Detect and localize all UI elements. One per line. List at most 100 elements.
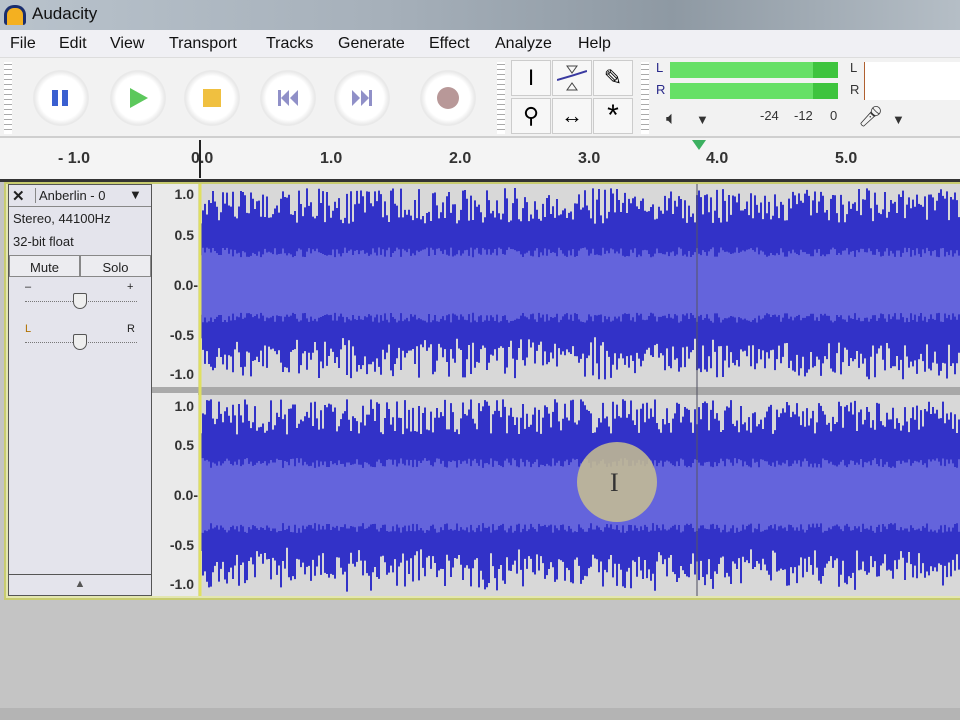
cursor-line: [199, 140, 201, 178]
menu-tracks[interactable]: Tracks: [266, 35, 313, 53]
ruler-tick-label: 1.0: [320, 150, 343, 167]
channel-divider: [198, 387, 960, 395]
play-button[interactable]: [110, 70, 166, 126]
double-arrow-icon: ↔: [561, 103, 583, 128]
track-bit-depth: 32-bit float: [13, 234, 74, 249]
audacity-logo-icon: [4, 5, 26, 25]
ruler-tick-label: 2.0: [449, 150, 472, 167]
menu-view[interactable]: View: [110, 35, 144, 53]
skip-end-icon: [352, 90, 372, 106]
pan-slider-thumb[interactable]: [73, 334, 87, 350]
play-meter-right-label: R: [656, 82, 666, 97]
menu-effect[interactable]: Effect: [429, 35, 470, 53]
waveform-display[interactable]: I: [198, 184, 960, 596]
zoom-tool[interactable]: ⚲: [511, 98, 551, 134]
channel-divider: [152, 387, 198, 393]
meter-scale-label: -12: [794, 108, 813, 123]
skip-start-button[interactable]: [260, 70, 316, 126]
waveform-rms: [200, 247, 960, 323]
draw-tool[interactable]: ✎: [593, 60, 633, 96]
magnifier-icon: ⚲: [522, 103, 540, 128]
triangle-up-icon: ▲: [74, 578, 86, 590]
track-control-panel: ✕ Anberlin - 0 ▼ Stereo, 44100Hz 32-bit …: [8, 184, 152, 596]
amplitude-scale: 1.0 0.5 0.0- -0.5 -1.0 1.0 0.5 0.0- -0.5…: [152, 184, 198, 596]
envelope-icon: [557, 65, 587, 91]
menu-bar: File Edit View Transport Tracks Generate…: [0, 30, 960, 58]
window-title: Audacity: [32, 4, 98, 23]
gain-plus-label: +: [127, 281, 134, 293]
collapse-track-button[interactable]: ▲: [9, 574, 151, 595]
i-beam-cursor-icon: I: [610, 468, 619, 497]
scale-label: 0.0-: [173, 277, 198, 293]
ruler-tick-label: 3.0: [578, 150, 601, 167]
pencil-icon: ✎: [603, 65, 623, 90]
solo-button[interactable]: Solo: [80, 255, 151, 277]
tools-grip[interactable]: [497, 62, 505, 134]
play-meter-left: [670, 62, 838, 78]
record-icon: [437, 87, 459, 109]
record-meter-right-label: R: [850, 82, 860, 97]
scale-label: -1.0: [169, 576, 194, 592]
ruler-tick-label: 5.0: [835, 150, 858, 167]
menu-transport[interactable]: Transport: [169, 35, 237, 53]
timeline-ruler[interactable]: - 1.0 0.0 1.0 2.0 3.0 4.0 5.0: [0, 138, 960, 182]
menu-edit[interactable]: Edit: [59, 35, 87, 53]
meter-scale-label: 0: [830, 108, 838, 123]
i-beam-icon: I: [527, 65, 535, 90]
pause-button[interactable]: [33, 70, 89, 126]
scale-label: -0.5: [169, 327, 194, 343]
menu-file[interactable]: File: [10, 35, 36, 53]
chevron-down-icon[interactable]: ▼: [129, 187, 142, 202]
gain-minus-label: –: [25, 281, 32, 293]
scale-label: -1.0: [169, 366, 194, 382]
skip-end-button[interactable]: [334, 70, 390, 126]
ruler-tick-label: - 1.0: [58, 150, 91, 167]
scale-label: -0.5: [169, 537, 194, 553]
solo-label: Solo: [102, 260, 129, 275]
speaker-icon: 🔈︎: [666, 108, 677, 128]
playhead-triangle-icon[interactable]: [690, 138, 708, 152]
menu-generate[interactable]: Generate: [338, 35, 405, 53]
toolbar-grip[interactable]: [4, 62, 12, 134]
close-track-icon[interactable]: ✕: [12, 187, 25, 205]
record-button[interactable]: [420, 70, 476, 126]
track-title-bar: ✕ Anberlin - 0 ▼: [9, 185, 151, 207]
play-icon: [130, 88, 148, 108]
title-bar: Audacity: [0, 0, 960, 30]
record-meter: [864, 62, 960, 100]
track-name-menu[interactable]: Anberlin - 0: [35, 188, 105, 203]
ruler-tick-label: 4.0: [706, 150, 729, 167]
toolbar: I ✎ ⚲ ↔ * L R L R 🔈︎ ▼ -24 -12 0 🎤︎ ▼: [0, 58, 960, 138]
menu-help[interactable]: Help: [578, 35, 611, 53]
track-format: Stereo, 44100Hz: [13, 211, 111, 226]
stop-icon: [203, 89, 221, 107]
record-meter-left-label: L: [850, 60, 858, 75]
multi-tool[interactable]: *: [593, 98, 633, 134]
envelope-tool[interactable]: [552, 60, 592, 96]
pan-left-label: L: [25, 323, 32, 335]
skip-start-icon: [278, 90, 298, 106]
meter-scale-label: -24: [760, 108, 779, 123]
pause-icon: [52, 90, 68, 106]
time-shift-tool[interactable]: ↔: [552, 98, 592, 134]
scale-label: 1.0: [174, 186, 194, 202]
play-meter-dropdown[interactable]: ▼: [696, 112, 709, 127]
mute-button[interactable]: Mute: [9, 255, 80, 277]
ruler-tick-label: 0.0: [191, 150, 214, 167]
play-meter-right: [670, 83, 838, 99]
meter-grip[interactable]: [641, 62, 649, 134]
selection-tool[interactable]: I: [511, 60, 551, 96]
asterisk-icon: *: [607, 99, 619, 132]
menu-analyze[interactable]: Analyze: [495, 35, 552, 53]
mute-label: Mute: [30, 260, 59, 275]
scale-label: 0.5: [174, 437, 194, 453]
play-meter-left-label: L: [656, 60, 664, 75]
scale-label: 0.0-: [173, 487, 198, 503]
record-meter-dropdown[interactable]: ▼: [892, 112, 905, 127]
gain-slider-thumb[interactable]: [73, 293, 87, 309]
microphone-icon: 🎤︎: [858, 106, 884, 128]
scale-label: 0.5: [174, 227, 194, 243]
pan-right-label: R: [127, 323, 135, 335]
scale-label: 1.0: [174, 398, 194, 414]
stop-button[interactable]: [184, 70, 240, 126]
